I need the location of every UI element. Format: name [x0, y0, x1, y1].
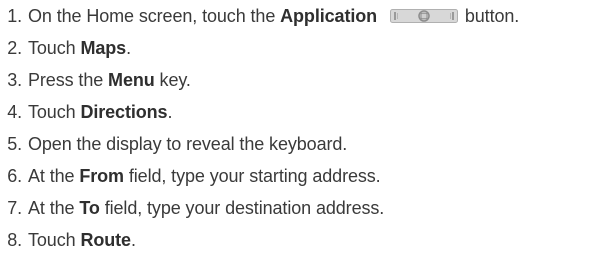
step-text-after: . [126, 38, 131, 58]
step-item: 2. Touch Maps. [0, 36, 131, 60]
step-number: 3. [7, 70, 22, 90]
step-item: 3. Press the Menu key. [0, 68, 191, 92]
step-text-before: At the [28, 198, 80, 218]
step-text-before: On the Home screen, touch the [28, 6, 281, 26]
step-item: 7. At the To field, type your destination… [0, 196, 384, 220]
step-item: 4. Touch Directions. [0, 100, 172, 124]
step-number: 6. [7, 166, 22, 186]
step-number: 4. [7, 102, 22, 122]
step-text-after: key. [154, 70, 191, 90]
step-text-after: button. [464, 6, 520, 26]
step-text-before: Touch [28, 38, 81, 58]
step-item: 5. Open the display to reveal the keyboar… [0, 132, 347, 156]
step-bold-term: Maps [80, 38, 127, 58]
step-text-before: Press the [28, 70, 109, 90]
step-number: 5. [7, 134, 22, 154]
step-bold-term: Menu [108, 70, 155, 90]
step-item: 6. At the From field, type your starting … [0, 164, 381, 188]
instruction-steps: 1. On the Home screen, touch the Applicat… [0, 0, 600, 269]
step-item: 1. On the Home screen, touch the Applicat… [0, 4, 519, 28]
step-number: 1. [7, 6, 22, 26]
step-bold-term: Application [280, 6, 378, 26]
step-text-before: Touch [28, 102, 81, 122]
step-text-after: field, type your destination address. [99, 198, 385, 218]
step-text-after: . [130, 230, 136, 250]
step-bold-term: From [79, 166, 124, 186]
step-bold-term: To [79, 198, 100, 218]
step-number: 2. [7, 38, 22, 58]
step-number: 7. [7, 198, 22, 218]
step-text: Open the display to reveal the keyboard. [28, 134, 348, 154]
step-bold-term: Route [80, 230, 131, 250]
step-bold-term: Directions [80, 102, 168, 122]
step-text-before: At the [28, 166, 80, 186]
step-number: 8. [7, 230, 22, 250]
step-text-before: Touch [28, 230, 81, 250]
application-button-icon [389, 9, 458, 23]
step-text-after: . [167, 102, 173, 122]
step-text-after: field, type your starting address. [123, 166, 381, 186]
step-item: 8. Touch Route. [0, 228, 136, 252]
